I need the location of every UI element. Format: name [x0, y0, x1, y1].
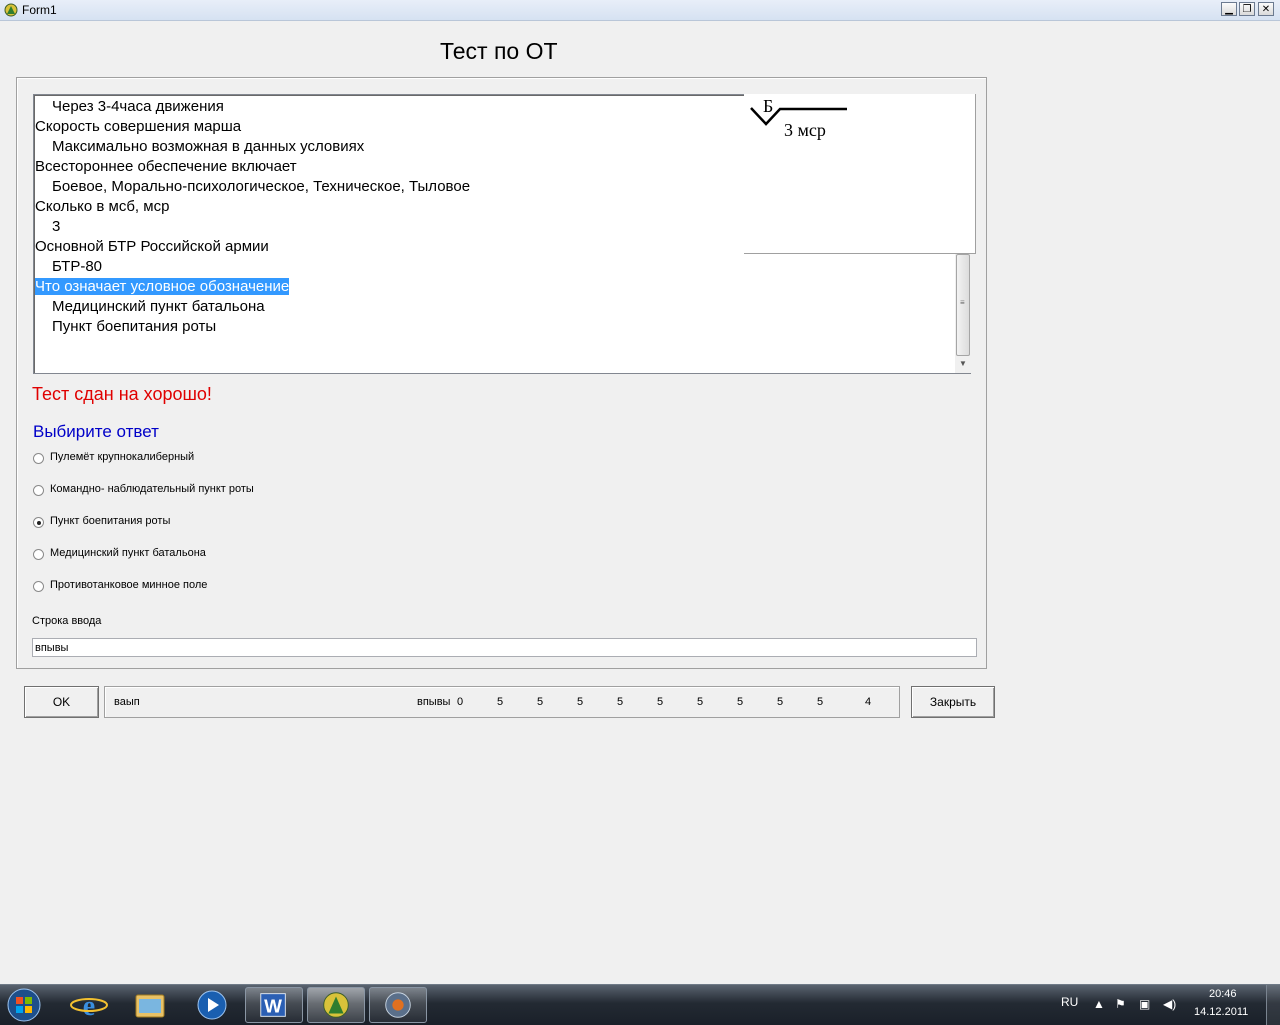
- app-icon: [4, 3, 18, 17]
- score-value: 5: [577, 696, 584, 708]
- answer-option-label: Медицинский пункт батальона: [50, 547, 206, 559]
- ok-button[interactable]: OK: [24, 686, 99, 718]
- score-value: 5: [817, 696, 824, 708]
- symbol-shape: [750, 107, 847, 126]
- radio-button[interactable]: [33, 581, 44, 592]
- list-item-question[interactable]: Скорость совершения марша: [35, 117, 470, 137]
- list-item-question[interactable]: Основной БТР Российской армии: [35, 237, 470, 257]
- show-desktop-button[interactable]: [1266, 985, 1280, 1025]
- list-item-text: Медицинский пункт батальона: [52, 298, 265, 315]
- restore-icon[interactable]: ❐: [1239, 2, 1255, 16]
- clock-time[interactable]: 20:46: [1209, 988, 1237, 1000]
- list-item-answer[interactable]: 3: [35, 217, 470, 237]
- list-item-text: Основной БТР Российской армии: [35, 238, 269, 255]
- radio-button[interactable]: [33, 517, 44, 528]
- list-item-text: Сколько в мсб, мср: [35, 198, 170, 215]
- svg-text:W: W: [264, 997, 282, 1018]
- network-icon[interactable]: ▣: [1139, 997, 1150, 1011]
- radio-dot-icon: [37, 521, 41, 525]
- score-value: 5: [697, 696, 704, 708]
- close-icon[interactable]: ✕: [1258, 2, 1274, 16]
- answer-option-label: Командно- наблюдательный пункт роты: [50, 483, 254, 495]
- qa-rows: Через 3-4часа движения Скорость совершени…: [35, 97, 470, 337]
- scrollbar-thumb[interactable]: ≡: [956, 254, 970, 356]
- close-button[interactable]: Закрыть: [911, 686, 995, 718]
- tray-arrow-icon[interactable]: ▲: [1093, 997, 1105, 1011]
- list-item-question[interactable]: Что означает условное обозначение: [35, 277, 470, 297]
- grip-icon: ≡: [960, 298, 965, 307]
- answer-option[interactable]: Медицинский пункт батальона: [33, 547, 433, 563]
- list-item-answer[interactable]: Максимально возможная в данных условиях: [35, 137, 470, 157]
- answer-option[interactable]: Пункт боепитания роты: [33, 515, 433, 531]
- minimize-icon[interactable]: ▁: [1221, 2, 1237, 16]
- answer-option-label: Противотанковое минное поле: [50, 579, 208, 591]
- file-explorer-icon[interactable]: [121, 987, 179, 1023]
- flag-icon[interactable]: ⚑: [1115, 997, 1126, 1011]
- status-right-label: впывы: [417, 696, 451, 708]
- volume-icon[interactable]: ◀): [1163, 997, 1176, 1011]
- list-item-answer[interactable]: Боевое, Морально-психологическое, Технич…: [35, 177, 470, 197]
- app-icon[interactable]: [307, 987, 365, 1023]
- list-item-text: Скорость совершения марша: [35, 118, 242, 135]
- score-value: 5: [737, 696, 744, 708]
- score-value: 5: [777, 696, 784, 708]
- list-item-text: Пункт боепитания роты: [52, 318, 217, 335]
- score-value: 5: [617, 696, 624, 708]
- internet-explorer-icon[interactable]: e: [60, 987, 118, 1023]
- score-value: 5: [657, 696, 664, 708]
- list-item-text: Что означает условное обозначение: [35, 278, 290, 295]
- score-value: 0: [457, 696, 464, 708]
- list-item-text: Максимально возможная в данных условиях: [52, 138, 365, 155]
- start-button[interactable]: [2, 987, 46, 1023]
- status-panel: ваып впывы 0 5 5 5 5 5 5 5 5 5 4: [104, 686, 900, 718]
- word-icon[interactable]: W: [245, 987, 303, 1023]
- answer-option[interactable]: Командно- наблюдательный пункт роты: [33, 483, 433, 499]
- list-item-answer[interactable]: Через 3-4часа движения: [35, 97, 470, 117]
- list-item-answer[interactable]: БТР-80: [35, 257, 470, 277]
- taskbar: e W RU ▲ ⚑ ▣ ◀) 20:46 14.12.2011: [0, 984, 1280, 1025]
- input-field[interactable]: [32, 638, 977, 657]
- answer-option[interactable]: Противотанковое минное поле: [33, 579, 433, 595]
- input-label: Строка ввода: [32, 615, 102, 627]
- score-value: 5: [537, 696, 544, 708]
- list-item-answer[interactable]: Медицинский пункт батальона: [35, 297, 470, 317]
- list-item-text: 3: [52, 218, 61, 235]
- list-item-text: Через 3-4часа движения: [52, 98, 224, 115]
- window-titlebar: Form1 ▁ ❐ ✕: [0, 0, 1280, 21]
- symbol-letter: Б: [763, 96, 774, 116]
- svg-text:e: e: [83, 991, 95, 1022]
- prompt-text: Выбирите ответ: [33, 422, 159, 441]
- list-item-answer[interactable]: Пункт боепитания роты: [35, 317, 470, 337]
- radio-button[interactable]: [33, 485, 44, 496]
- media-player-icon[interactable]: [183, 987, 241, 1023]
- list-item-text: Боевое, Морально-психологическое, Технич…: [52, 178, 471, 195]
- symbol-image: Б 3 мср: [744, 94, 976, 254]
- language-indicator[interactable]: RU: [1061, 995, 1078, 1009]
- form-title: Тест по ОТ: [440, 38, 558, 64]
- symbol-label: 3 мср: [784, 120, 826, 140]
- clock-date[interactable]: 14.12.2011: [1194, 1006, 1248, 1018]
- result-text: Тест сдан на хорошо!: [32, 384, 212, 404]
- window-title: Form1: [22, 3, 57, 17]
- radio-button[interactable]: [33, 549, 44, 560]
- status-left-text: ваып: [114, 696, 140, 708]
- answer-option-label: Пункт боепитания роты: [50, 515, 171, 527]
- list-item-text: Всестороннее обеспечение включает: [35, 158, 297, 175]
- list-item-text: БТР-80: [52, 258, 103, 275]
- answer-option-label: Пулемёт крупнокалиберный: [50, 451, 195, 463]
- answer-option[interactable]: Пулемёт крупнокалиберный: [33, 451, 433, 467]
- scroll-down-icon[interactable]: ▼: [959, 359, 967, 368]
- list-item-question[interactable]: Сколько в мсб, мср: [35, 197, 470, 217]
- score-value: 5: [497, 696, 504, 708]
- media-center-icon[interactable]: [369, 987, 427, 1023]
- list-item-question[interactable]: Всестороннее обеспечение включает: [35, 157, 470, 177]
- score-value: 4: [865, 696, 872, 708]
- radio-button[interactable]: [33, 453, 44, 464]
